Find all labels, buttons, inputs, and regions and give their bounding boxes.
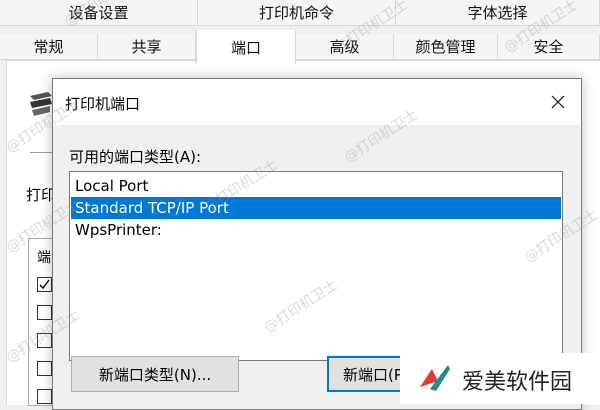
tab-label: 端口 xyxy=(230,38,261,57)
tab-device-settings[interactable]: 设备设置 xyxy=(0,0,198,26)
tab-label: 安全 xyxy=(533,38,564,56)
tab-label: 常规 xyxy=(33,38,64,56)
port-checkbox[interactable] xyxy=(37,389,52,404)
available-port-types-label: 可用的端口类型(A): xyxy=(69,148,202,166)
port-checkbox[interactable] xyxy=(37,361,52,376)
close-button[interactable] xyxy=(535,79,581,125)
dialog-title: 打印机端口 xyxy=(65,95,141,113)
tab-printer-commands[interactable]: 打印机命令 xyxy=(198,0,396,26)
tab-font-selection[interactable]: 字体选择 xyxy=(396,0,600,26)
dialog-titlebar: 打印机端口 xyxy=(53,79,581,125)
port-item-wpsprinter[interactable]: WpsPrinter: xyxy=(71,219,561,241)
site-name: 爱美软件园 xyxy=(462,370,573,395)
port-checkbox-checked[interactable] xyxy=(37,277,52,292)
tab-row-bottom: 常规 共享 端口 高级 颜色管理 安全 xyxy=(0,30,600,64)
tab-general[interactable]: 常规 xyxy=(0,34,98,60)
tab-label: 打印机命令 xyxy=(258,4,334,22)
tab-advanced[interactable]: 高级 xyxy=(296,34,394,60)
tab-label: 共享 xyxy=(131,38,162,56)
site-badge: 爱美软件园 xyxy=(400,353,600,404)
new-port-type-button[interactable]: 新端口类型(N)... xyxy=(71,356,239,392)
site-logo-icon xyxy=(420,365,450,391)
tab-label: 高级 xyxy=(329,38,360,56)
tab-color-management[interactable]: 颜色管理 xyxy=(394,34,498,60)
tab-sharing[interactable]: 共享 xyxy=(98,34,196,60)
tab-ports[interactable]: 端口 xyxy=(196,30,296,64)
tab-security[interactable]: 安全 xyxy=(498,34,600,60)
tab-label: 颜色管理 xyxy=(415,38,476,56)
port-item-standard-tcpip[interactable]: Standard TCP/IP Port xyxy=(71,197,561,219)
tab-label: 设备设置 xyxy=(68,4,129,22)
tab-label: 字体选择 xyxy=(467,4,528,22)
port-item-local-port[interactable]: Local Port xyxy=(71,175,561,197)
port-checkbox[interactable] xyxy=(37,333,52,348)
tab-row-top: 设备设置 打印机命令 字体选择 xyxy=(0,0,600,26)
port-checkbox[interactable] xyxy=(37,305,52,320)
ports-table-header: 端 xyxy=(37,250,51,266)
port-types-list[interactable]: Local Port Standard TCP/IP Port WpsPrint… xyxy=(69,171,563,361)
close-icon xyxy=(551,95,565,109)
